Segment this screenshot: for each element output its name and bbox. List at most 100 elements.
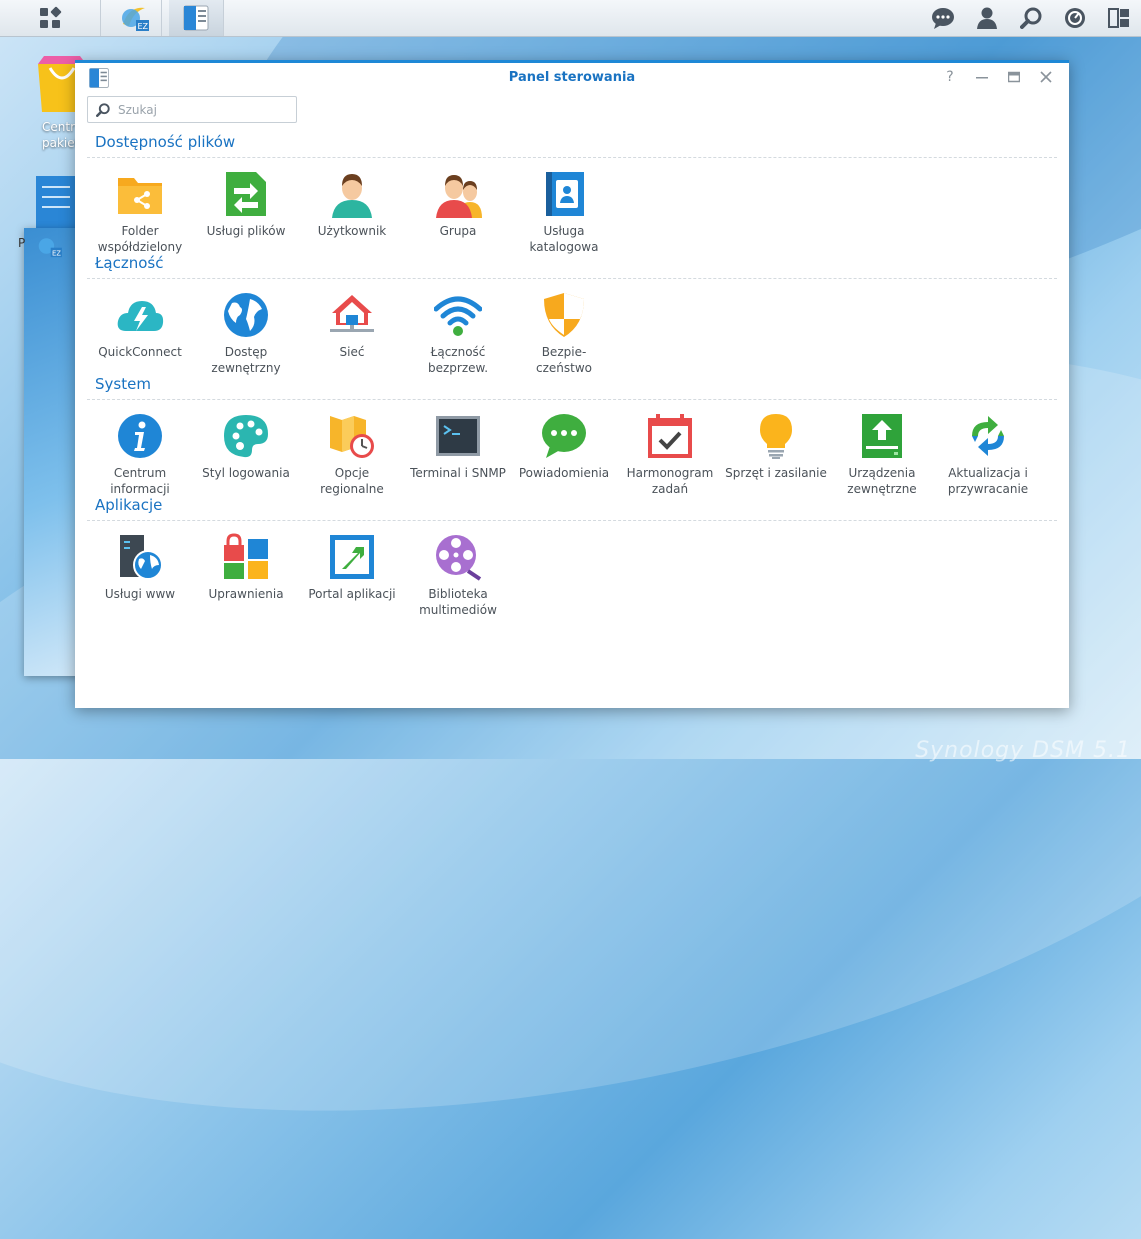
minimize-icon bbox=[976, 77, 988, 79]
hardware-power-icon bbox=[760, 414, 792, 459]
regional-options-icon bbox=[330, 416, 374, 458]
chat-icon bbox=[932, 8, 954, 29]
section-title-file-sharing: Dostępność plików bbox=[95, 133, 236, 151]
section-title-applications: Aplikacje bbox=[95, 496, 163, 514]
desktop-control-panel-shortcut[interactable] bbox=[36, 176, 76, 232]
item-group[interactable]: Grupa bbox=[406, 170, 510, 239]
file-services-icon bbox=[226, 172, 266, 216]
item-label: Łączność bezprzew. bbox=[427, 345, 489, 375]
item-terminal-snmp[interactable]: Terminal i SNMP bbox=[406, 412, 510, 481]
taskbar-control-panel-app[interactable] bbox=[169, 0, 224, 36]
item-label: Portal aplikacji bbox=[308, 587, 396, 601]
item-file-services[interactable]: Usługi plików bbox=[194, 170, 298, 239]
item-web-services[interactable]: Usługi www bbox=[88, 533, 192, 602]
item-label: Centrum informacji bbox=[110, 466, 170, 496]
search-input[interactable] bbox=[116, 101, 290, 118]
desktop-package-center-label: Centr bbox=[42, 120, 76, 134]
dashboard-icon bbox=[1065, 8, 1085, 28]
user-icon bbox=[332, 174, 372, 218]
user-menu-button[interactable] bbox=[965, 0, 1009, 36]
search-field[interactable] bbox=[87, 96, 297, 123]
item-shared-folder[interactable]: Folder współdzielony bbox=[88, 170, 192, 255]
item-hardware-power[interactable]: Sprzęt i zasilanie bbox=[724, 412, 828, 481]
item-label: Harmonogram zadań bbox=[626, 466, 714, 496]
item-regional-options[interactable]: Opcje regionalne bbox=[300, 412, 404, 497]
user-icon bbox=[977, 7, 997, 29]
item-task-scheduler[interactable]: Harmonogram zadań bbox=[618, 412, 722, 497]
item-security[interactable]: Bezpie- czeństwo bbox=[512, 291, 616, 376]
section-title-connectivity: Łączność bbox=[95, 254, 164, 272]
widgets-icon bbox=[1108, 8, 1129, 28]
item-label: Grupa bbox=[439, 224, 477, 238]
item-update-restore[interactable]: Aktualizacja i przywracanie bbox=[936, 412, 1040, 497]
external-access-icon bbox=[224, 293, 268, 337]
item-external-access[interactable]: Dostęp zewnętrzny bbox=[194, 291, 298, 376]
item-directory-service[interactable]: Usługa katalogowa bbox=[512, 170, 616, 255]
item-label: Sieć bbox=[339, 345, 365, 359]
web-services-icon bbox=[120, 535, 163, 580]
item-label: Urządzenia zewnętrzne bbox=[847, 466, 917, 496]
control-panel-icon bbox=[183, 5, 209, 31]
chat-button[interactable] bbox=[921, 0, 965, 36]
control-panel-icon bbox=[36, 176, 76, 228]
item-label: Aktualizacja i przywracanie bbox=[947, 466, 1029, 496]
security-icon bbox=[544, 293, 584, 337]
item-info-center[interactable]: Centrum informacji bbox=[88, 412, 192, 497]
task-scheduler-icon bbox=[648, 414, 692, 458]
wireless-icon bbox=[434, 296, 482, 336]
item-label: Usługi plików bbox=[206, 224, 286, 238]
item-label: Styl logowania bbox=[202, 466, 290, 480]
media-library-icon bbox=[436, 535, 482, 581]
main-menu-button[interactable] bbox=[0, 0, 101, 36]
info-center-icon bbox=[118, 414, 162, 458]
application-portal-icon bbox=[330, 535, 374, 579]
notification-icon bbox=[542, 414, 586, 458]
item-label: Folder współdzielony bbox=[97, 224, 183, 254]
ez-internet-icon: EZ bbox=[122, 7, 149, 31]
help-button[interactable]: ? bbox=[941, 68, 959, 86]
section-divider bbox=[87, 157, 1057, 158]
svg-text:EZ: EZ bbox=[52, 249, 61, 257]
quickconnect-icon bbox=[117, 301, 164, 331]
item-external-devices[interactable]: Urządzenia zewnętrzne bbox=[830, 412, 934, 497]
search-button[interactable] bbox=[1009, 0, 1053, 36]
dsm-watermark: Synology DSM 5.1 bbox=[915, 738, 1131, 763]
item-label: Terminal i SNMP bbox=[410, 466, 506, 480]
item-label: Użytkownik bbox=[317, 224, 387, 238]
search-icon bbox=[96, 102, 110, 117]
resource-monitor-button[interactable] bbox=[1053, 0, 1097, 36]
widgets-button[interactable] bbox=[1097, 0, 1141, 36]
item-label: Uprawnienia bbox=[208, 587, 284, 601]
section-divider bbox=[87, 520, 1057, 521]
item-label: Biblioteka multimediów bbox=[419, 587, 497, 617]
login-style-icon bbox=[224, 415, 268, 458]
taskbar-ez-internet-app[interactable]: EZ bbox=[107, 0, 162, 36]
update-restore-icon bbox=[972, 416, 1004, 456]
background-window-label: P bbox=[18, 236, 26, 250]
item-wireless[interactable]: Łączność bezprzew. bbox=[406, 291, 510, 376]
close-icon bbox=[1040, 71, 1052, 83]
item-privileges[interactable]: Uprawnienia bbox=[194, 533, 298, 602]
item-label: Powiadomienia bbox=[518, 466, 610, 480]
main-menu-icon bbox=[40, 6, 62, 28]
minimize-button[interactable] bbox=[973, 68, 991, 86]
item-network[interactable]: Sieć bbox=[300, 291, 404, 360]
item-application-portal[interactable]: Portal aplikacji bbox=[300, 533, 404, 602]
directory-service-icon bbox=[546, 172, 584, 216]
item-label: QuickConnect bbox=[98, 345, 182, 359]
maximize-button[interactable] bbox=[1005, 68, 1023, 86]
svg-text:EZ: EZ bbox=[138, 22, 149, 31]
item-notifications[interactable]: Powiadomienia bbox=[512, 412, 616, 481]
item-label: Usługi www bbox=[104, 587, 176, 601]
external-devices-icon bbox=[862, 414, 902, 458]
close-button[interactable] bbox=[1037, 68, 1055, 86]
item-label: Usługa katalogowa bbox=[529, 224, 599, 254]
item-user[interactable]: Użytkownik bbox=[300, 170, 404, 239]
item-login-style[interactable]: Styl logowania bbox=[194, 412, 298, 481]
ez-internet-icon: EZ bbox=[38, 238, 62, 257]
terminal-icon bbox=[436, 416, 480, 456]
item-label: Opcje regionalne bbox=[320, 466, 384, 496]
item-quickconnect[interactable]: QuickConnect bbox=[88, 291, 192, 360]
section-title-system: System bbox=[95, 375, 151, 393]
item-media-library[interactable]: Biblioteka multimediów bbox=[406, 533, 510, 618]
